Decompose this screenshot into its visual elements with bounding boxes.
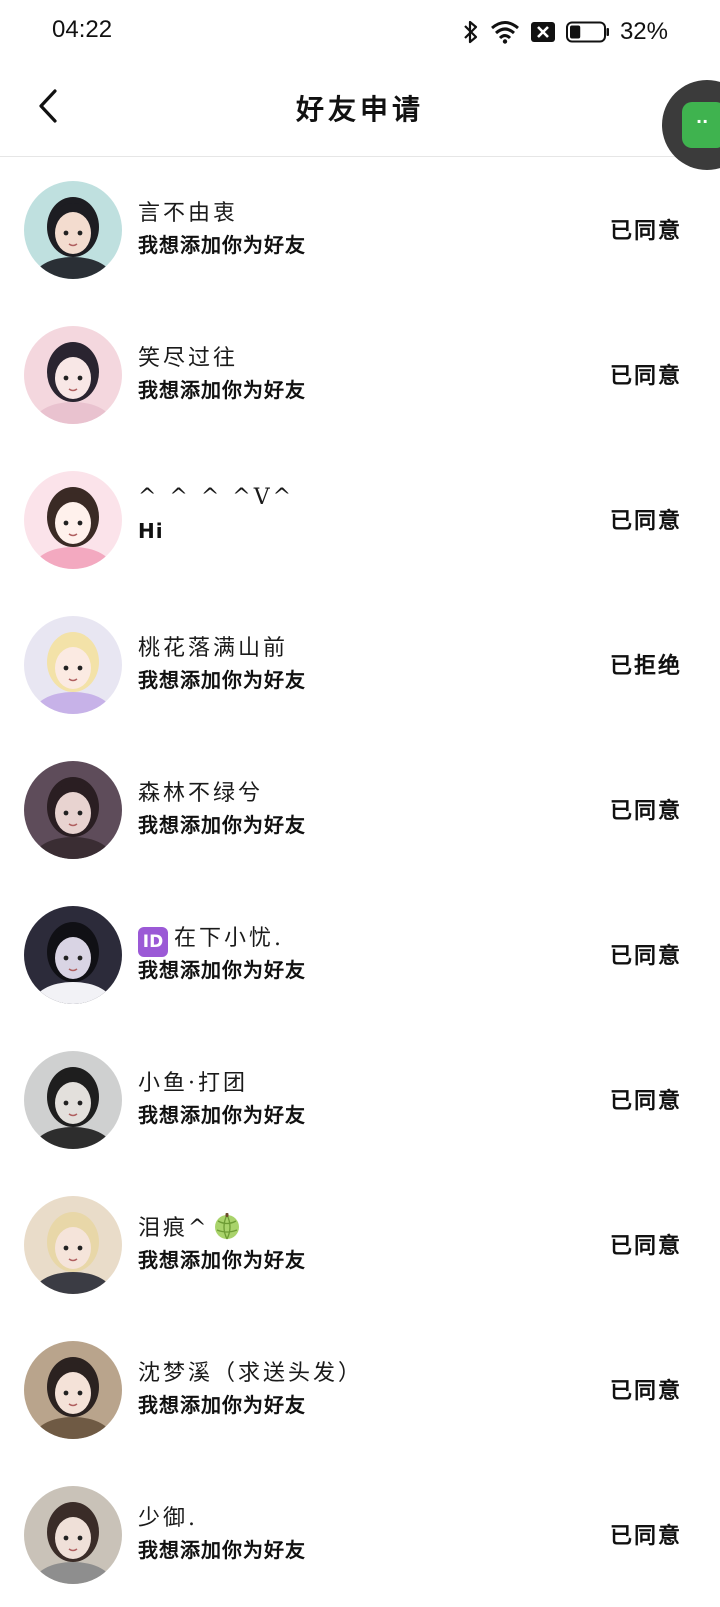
bluetooth-icon [462, 19, 480, 45]
friend-request-row-9[interactable]: 沈梦溪（求送头发） 我想添加你为好友 已同意 [0, 1317, 720, 1462]
friend-request-row-1[interactable]: 言不由衷 我想添加你为好友 已同意 [0, 157, 720, 302]
request-status: 已同意 [609, 509, 682, 534]
status-icons: 32% [462, 16, 668, 48]
requester-name: 桃花落满山前 [138, 630, 288, 662]
friend-request-list: 言不由衷 我想添加你为好友 已同意 笑尽过往 我想添加你为好友 已同意 ^ ^ … [0, 157, 720, 1607]
avatar-2[interactable] [24, 326, 122, 424]
battery-percent: 32% [619, 18, 668, 45]
requester-name-text: 泪痕^ [138, 1216, 210, 1241]
request-message: 我想添加你为好友 [138, 1393, 306, 1417]
request-status: 已同意 [609, 1089, 682, 1114]
request-message: 我想添加你为好友 [138, 1103, 306, 1127]
avatar-4[interactable] [24, 616, 122, 714]
friend-request-row-5[interactable]: 森林不绿兮 我想添加你为好友 已同意 [0, 737, 720, 882]
friend-request-row-10[interactable]: 少御. 我想添加你为好友 已同意 [0, 1462, 720, 1607]
requester-name: 森林不绿兮 [138, 775, 263, 807]
request-status: 已同意 [609, 799, 682, 824]
friend-request-row-4[interactable]: 桃花落满山前 我想添加你为好友 已拒绝 [0, 592, 720, 737]
requester-name-text: 小鱼·打团 [138, 1071, 248, 1096]
requester-name-text: ^ ^ ^ ^V^ [138, 485, 295, 510]
request-message: 我想添加你为好友 [138, 668, 306, 692]
page-title: 好友申请 [295, 93, 424, 126]
request-status: 已同意 [609, 1379, 682, 1404]
avatar-9[interactable] [24, 1341, 122, 1439]
melon-emoji [215, 1213, 240, 1240]
avatar-7[interactable] [24, 1051, 122, 1149]
requester-name-text: 言不由衷 [138, 201, 239, 226]
requester-name: 少御. [138, 1500, 198, 1532]
requester-name: 言不由衷 [138, 195, 238, 227]
request-message: 我想添加你为好友 [138, 958, 306, 982]
request-message: 我想添加你为好友 [138, 233, 306, 257]
request-status: 已同意 [609, 364, 682, 389]
requester-name-text: 笑尽过往 [138, 346, 239, 371]
friend-request-row-6[interactable]: ID 在下小忧. 我想添加你为好友 已同意 [0, 882, 720, 1027]
sim-blocked-icon [530, 21, 556, 43]
requester-name-text: 在下小忧. [174, 926, 284, 951]
requester-name-text: 沈梦溪（求送头发） [138, 1361, 364, 1386]
request-message: Hi [138, 519, 164, 543]
requester-name: 笑尽过往 [138, 340, 238, 372]
requester-name-text: 桃花落满山前 [138, 636, 289, 661]
requester-name: ^ ^ ^ ^V^ [138, 485, 294, 510]
battery-icon [565, 21, 610, 43]
wifi-icon [490, 20, 520, 44]
chat-bubble-icon: ·· [682, 102, 720, 148]
friend-request-row-3[interactable]: ^ ^ ^ ^V^ Hi 已同意 [0, 447, 720, 592]
request-message: 我想添加你为好友 [138, 378, 306, 402]
friend-request-row-7[interactable]: 小鱼·打团 我想添加你为好友 已同意 [0, 1027, 720, 1172]
requester-name: 沈梦溪（求送头发） [138, 1355, 363, 1387]
request-status: 已同意 [609, 219, 682, 244]
avatar-10[interactable] [24, 1486, 122, 1584]
id-badge-icon: ID [138, 927, 168, 957]
avatar-5[interactable] [24, 761, 122, 859]
avatar-1[interactable] [24, 181, 122, 279]
status-bar: 04:22 32% [0, 0, 720, 64]
request-message: 我想添加你为好友 [138, 1538, 306, 1562]
request-message: 我想添加你为好友 [138, 813, 306, 837]
request-status: 已同意 [609, 944, 682, 969]
requester-name: ID 在下小忧. [138, 920, 284, 957]
request-status: 已同意 [609, 1234, 682, 1259]
requester-name-text: 森林不绿兮 [138, 781, 264, 806]
app-header: 好友申请 [0, 64, 720, 157]
avatar-8[interactable] [24, 1196, 122, 1294]
status-time: 04:22 [52, 16, 113, 43]
request-status: 已拒绝 [609, 654, 682, 679]
avatar-3[interactable] [24, 471, 122, 569]
request-message: 我想添加你为好友 [138, 1248, 306, 1272]
friend-request-row-2[interactable]: 笑尽过往 我想添加你为好友 已同意 [0, 302, 720, 447]
friend-request-row-8[interactable]: 泪痕^ 我想添加你为好友 已同意 [0, 1172, 720, 1317]
requester-name: 小鱼·打团 [138, 1065, 248, 1097]
requester-name-text: 少御. [138, 1506, 198, 1531]
request-status: 已同意 [609, 1524, 682, 1549]
avatar-6[interactable] [24, 906, 122, 1004]
requester-name: 泪痕^ [138, 1210, 241, 1242]
